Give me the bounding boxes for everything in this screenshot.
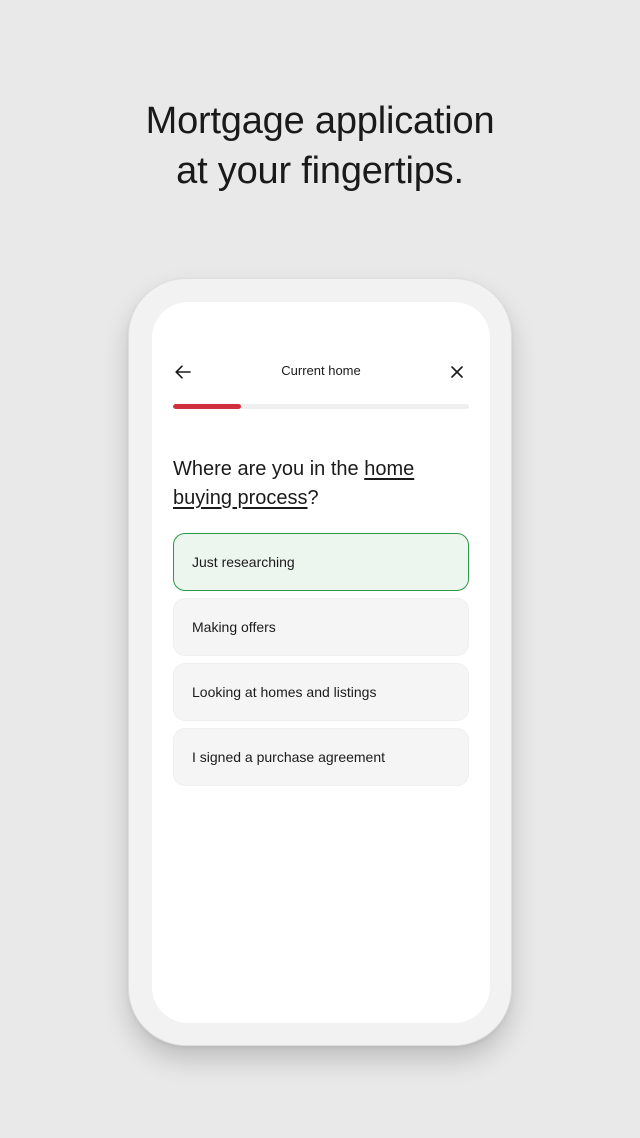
close-button[interactable] <box>445 360 469 384</box>
option-label: I signed a purchase agreement <box>192 749 386 765</box>
phone-frame: Current home Where are you in the home b… <box>128 278 512 1046</box>
question-heading: Where are you in the home buying process… <box>173 455 473 513</box>
progress-fill <box>173 404 242 409</box>
top-bar: Current home <box>152 360 490 384</box>
close-icon <box>451 366 463 378</box>
screen-title: Current home <box>281 363 361 378</box>
phone-screen: Current home Where are you in the home b… <box>152 302 490 1023</box>
option-label: Just researching <box>192 554 295 570</box>
question-text: Where are you in the <box>173 458 365 480</box>
headline-line-1: Mortgage application <box>145 100 495 142</box>
question-mark: ? <box>307 487 319 509</box>
headline-line-2: at your fingertips. <box>176 150 464 192</box>
option-looking-at-homes[interactable]: Looking at homes and listings <box>173 663 469 721</box>
option-just-researching[interactable]: Just researching <box>173 533 469 591</box>
option-label: Looking at homes and listings <box>192 684 377 700</box>
headline: Mortgage application at your fingertips. <box>0 96 640 196</box>
progress-bar <box>173 404 469 409</box>
answer-options: Just researching Making offers Looking a… <box>173 533 469 793</box>
option-making-offers[interactable]: Making offers <box>173 598 469 656</box>
option-label: Making offers <box>192 619 276 635</box>
option-signed-purchase-agreement[interactable]: I signed a purchase agreement <box>173 728 469 786</box>
